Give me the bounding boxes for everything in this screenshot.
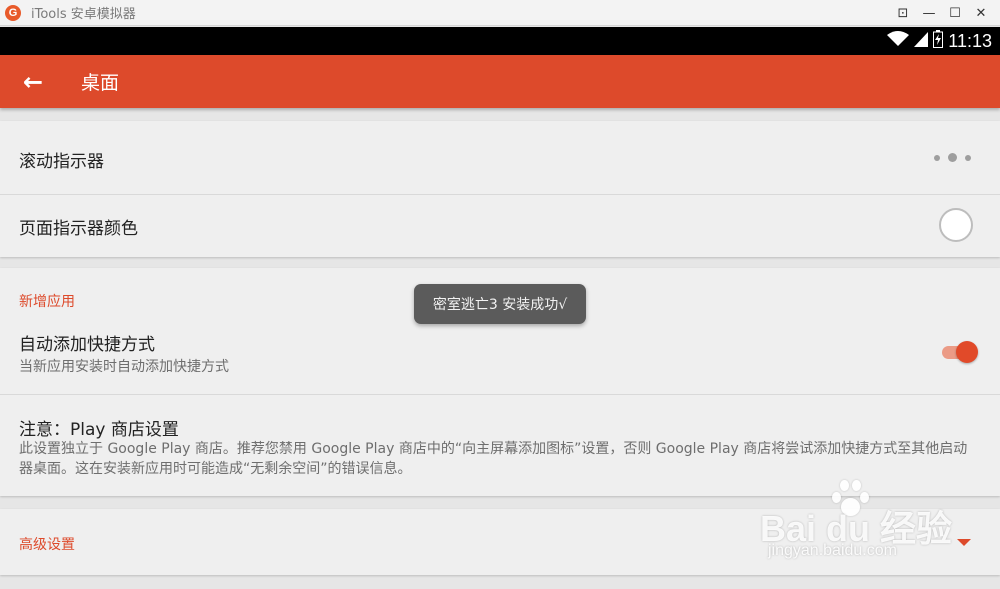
status-time: 11:13 bbox=[948, 30, 992, 51]
itools-logo-icon: G bbox=[5, 4, 21, 21]
auto-add-shortcut-row[interactable]: 自动添加快捷方式 当新应用安装时自动添加快捷方式 bbox=[0, 318, 1000, 394]
baidu-watermark-logo: Bai du 经验 jingyan.baidu.com bbox=[760, 480, 960, 570]
notice-title: 注意：Play 商店设置 bbox=[19, 420, 179, 440]
app-bar: ← 桌面 bbox=[0, 55, 1000, 108]
scroll-indicator-row[interactable]: 滚动指示器 bbox=[0, 121, 1000, 194]
page-title: 桌面 bbox=[81, 72, 120, 94]
back-arrow-icon[interactable]: ← bbox=[0, 68, 66, 96]
color-swatch[interactable] bbox=[939, 208, 973, 242]
dots-indicator-icon bbox=[930, 153, 975, 162]
window-title: iTools 安卓模拟器 bbox=[31, 7, 136, 22]
new-apps-section-title: 新增应用 bbox=[19, 294, 75, 310]
notice-text: 此设置独立于 Google Play 商店。推荐您禁用 Google Play … bbox=[19, 441, 968, 477]
auto-add-shortcut-summary: 当新应用安装时自动添加快捷方式 bbox=[19, 359, 229, 375]
window-title-bar: G iTools 安卓模拟器 ⊡ — ☐ ✕ bbox=[0, 0, 1000, 26]
auto-add-shortcut-toggle[interactable] bbox=[940, 341, 978, 363]
window-controls: ⊡ — ☐ ✕ bbox=[890, 0, 994, 26]
install-success-toast: 密室逃亡3 安装成功√ bbox=[414, 284, 586, 324]
page-indicator-color-row[interactable]: 页面指示器颜色 bbox=[0, 195, 1000, 257]
advanced-settings-title: 高级设置 bbox=[19, 537, 75, 553]
window-mode-button[interactable]: ⊡ bbox=[890, 6, 916, 21]
android-status-bar: 11:13 bbox=[0, 27, 1000, 55]
minimize-button[interactable]: — bbox=[916, 6, 942, 21]
maximize-button[interactable]: ☐ bbox=[942, 6, 968, 21]
signal-icon bbox=[914, 31, 929, 51]
page-indicator-color-label: 页面指示器颜色 bbox=[19, 219, 138, 239]
wifi-icon bbox=[887, 31, 910, 51]
close-button[interactable]: ✕ bbox=[968, 6, 994, 21]
watermark-url: jingyan.baidu.com bbox=[768, 542, 897, 559]
scroll-indicator-label: 滚动指示器 bbox=[19, 152, 104, 172]
auto-add-shortcut-label: 自动添加快捷方式 bbox=[19, 335, 155, 355]
indicator-settings-card: 滚动指示器 页面指示器颜色 bbox=[0, 121, 1000, 257]
battery-charging-icon bbox=[933, 30, 944, 52]
